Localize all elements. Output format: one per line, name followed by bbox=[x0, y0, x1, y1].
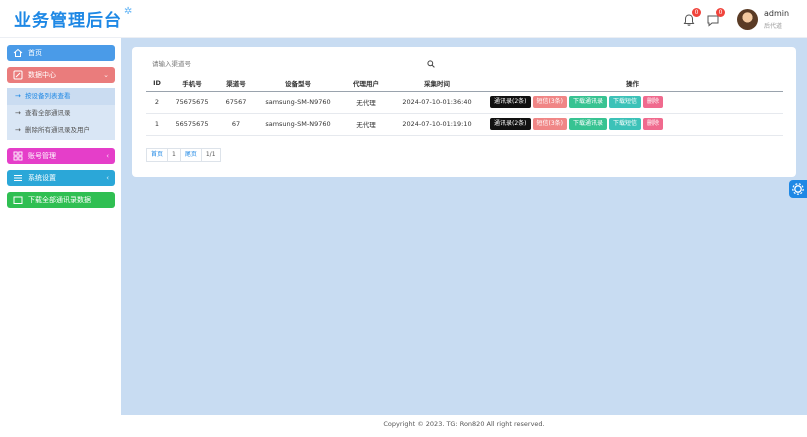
home-icon bbox=[13, 48, 23, 57]
cell-time: 2024-07-10-01:19:10 bbox=[392, 113, 482, 136]
submenu-item-delete-all[interactable]: → 删除所有通讯录及用户 bbox=[7, 122, 115, 139]
menu-icon bbox=[14, 175, 22, 181]
message-icon[interactable]: 0 bbox=[706, 8, 725, 27]
sidebar-item-label: 数据中心 bbox=[28, 71, 56, 79]
download-sms-button[interactable]: 下载短信 bbox=[609, 96, 642, 108]
sidebar-item-label: 首页 bbox=[28, 49, 42, 57]
copyright-text: Copyright © 2023. TG: Ron820 All right r… bbox=[383, 420, 545, 428]
logo-text: 业务管理后台 bbox=[14, 11, 122, 31]
arrow-right-icon: → bbox=[15, 109, 21, 117]
col-header: ID bbox=[146, 76, 168, 92]
settings-float-button[interactable] bbox=[789, 180, 807, 198]
cell-actions: 通讯录(2条) 短信(3条) 下载通讯录 下载短信 删除 bbox=[482, 91, 783, 114]
col-header: 设备型号 bbox=[256, 76, 340, 92]
chevron-left-icon: ‹ bbox=[106, 152, 109, 160]
table-header-row: ID 手机号 渠道号 设备型号 代理用户 采集时间 操作 bbox=[146, 76, 783, 92]
user-name[interactable]: admin bbox=[764, 9, 789, 18]
logo-mark-icon: ✲ bbox=[124, 6, 134, 17]
submenu-item-label: 查看全部通讯录 bbox=[25, 109, 71, 117]
cell-phone: 56575675 bbox=[168, 113, 216, 136]
cell-agent: 无代理 bbox=[340, 91, 392, 114]
pagination: 首页 1 尾页 1/1 bbox=[146, 148, 221, 162]
sms-button[interactable]: 短信(3条) bbox=[532, 96, 567, 108]
submenu-item-label: 按设备列表查看 bbox=[25, 92, 71, 100]
cell-device: samsung-SM-N9760 bbox=[256, 113, 340, 136]
download-sms-button[interactable]: 下载短信 bbox=[609, 118, 642, 130]
sidebar-item-account[interactable]: 账号管理 ‹ bbox=[7, 148, 115, 164]
sidebar-item-label: 系统设置 bbox=[28, 174, 56, 182]
sidebar-item-system[interactable]: 系统设置 ‹ bbox=[7, 170, 115, 186]
top-bar: 业务管理后台 ✲ 0 0 admin 后代道 bbox=[0, 0, 807, 38]
gear-icon bbox=[792, 183, 804, 195]
page-first-link[interactable]: 首页 bbox=[146, 148, 169, 162]
cell-agent: 无代理 bbox=[340, 113, 392, 136]
sidebar-item-download-all[interactable]: 下载全部通讯录数据 bbox=[7, 192, 115, 208]
chevron-left-icon: ‹ bbox=[106, 174, 109, 182]
table-row: 2 75675675 67567 samsung-SM-N9760 无代理 20… bbox=[146, 91, 783, 114]
page-last-link[interactable]: 尾页 bbox=[179, 148, 202, 162]
device-table: ID 手机号 渠道号 设备型号 代理用户 采集时间 操作 2 75675675 … bbox=[146, 76, 783, 136]
submenu-item-by-device[interactable]: → 按设备列表查看 bbox=[7, 88, 115, 105]
cell-id: 1 bbox=[146, 113, 168, 136]
cell-channel: 67567 bbox=[216, 91, 256, 114]
delete-button[interactable]: 删除 bbox=[643, 118, 664, 130]
col-header: 手机号 bbox=[168, 76, 216, 92]
cell-phone: 75675675 bbox=[168, 91, 216, 114]
table-row: 1 56575675 67 samsung-SM-N9760 无代理 2024-… bbox=[146, 113, 783, 136]
message-badge: 0 bbox=[716, 8, 725, 17]
app-logo[interactable]: 业务管理后台 ✲ bbox=[14, 6, 133, 31]
cell-id: 2 bbox=[146, 91, 168, 114]
download-contacts-button[interactable]: 下载通讯录 bbox=[569, 118, 608, 130]
data-card: ID 手机号 渠道号 设备型号 代理用户 采集时间 操作 2 75675675 … bbox=[132, 47, 796, 177]
user-role: 后代道 bbox=[764, 23, 783, 30]
notification-badge: 0 bbox=[692, 8, 701, 17]
bell-icon[interactable]: 0 bbox=[682, 8, 701, 26]
submenu-item-label: 删除所有通讯录及用户 bbox=[25, 126, 90, 134]
cell-device: samsung-SM-N9760 bbox=[256, 91, 340, 114]
sms-button[interactable]: 短信(3条) bbox=[532, 118, 567, 130]
cell-actions: 通讯录(2条) 短信(3条) 下载通讯录 下载短信 删除 bbox=[482, 113, 783, 136]
submenu-data-center: → 按设备列表查看 → 查看全部通讯录 → 删除所有通讯录及用户 bbox=[7, 88, 115, 140]
page-count: 1/1 bbox=[200, 148, 221, 162]
submenu-item-all-contacts[interactable]: → 查看全部通讯录 bbox=[7, 105, 115, 122]
col-header: 采集时间 bbox=[392, 76, 482, 92]
cell-channel: 67 bbox=[216, 113, 256, 136]
contacts-button[interactable]: 通讯录(2条) bbox=[490, 118, 531, 130]
sidebar: 首页 数据中心 ⌄ → 按设备列表查看 → 查看全部通讯录 → 删除所有通讯录及… bbox=[0, 38, 121, 437]
sidebar-item-label: 账号管理 bbox=[28, 152, 56, 160]
col-header: 渠道号 bbox=[216, 76, 256, 92]
col-header: 代理用户 bbox=[340, 76, 392, 92]
cell-time: 2024-07-10-01:36:40 bbox=[392, 91, 482, 114]
footer: Copyright © 2023. TG: Ron820 All right r… bbox=[121, 415, 807, 437]
sidebar-item-data-center[interactable]: 数据中心 ⌄ bbox=[7, 67, 115, 83]
search-input[interactable] bbox=[146, 56, 439, 72]
arrow-right-icon: → bbox=[15, 92, 21, 100]
page-current[interactable]: 1 bbox=[167, 148, 181, 162]
grid-icon bbox=[13, 151, 23, 161]
download-contacts-button[interactable]: 下载通讯录 bbox=[569, 96, 608, 108]
main-content: ID 手机号 渠道号 设备型号 代理用户 采集时间 操作 2 75675675 … bbox=[121, 38, 807, 415]
delete-button[interactable]: 删除 bbox=[643, 96, 664, 108]
folder-icon bbox=[13, 196, 23, 204]
arrow-right-icon: → bbox=[15, 126, 21, 134]
col-header: 操作 bbox=[482, 76, 783, 92]
sidebar-item-label: 下载全部通讯录数据 bbox=[28, 196, 91, 204]
sidebar-item-home[interactable]: 首页 bbox=[7, 45, 115, 61]
search-icon[interactable] bbox=[427, 60, 435, 68]
edit-icon bbox=[13, 70, 23, 80]
chevron-down-icon: ⌄ bbox=[103, 71, 109, 79]
avatar[interactable] bbox=[737, 9, 758, 30]
contacts-button[interactable]: 通讯录(2条) bbox=[490, 96, 531, 108]
